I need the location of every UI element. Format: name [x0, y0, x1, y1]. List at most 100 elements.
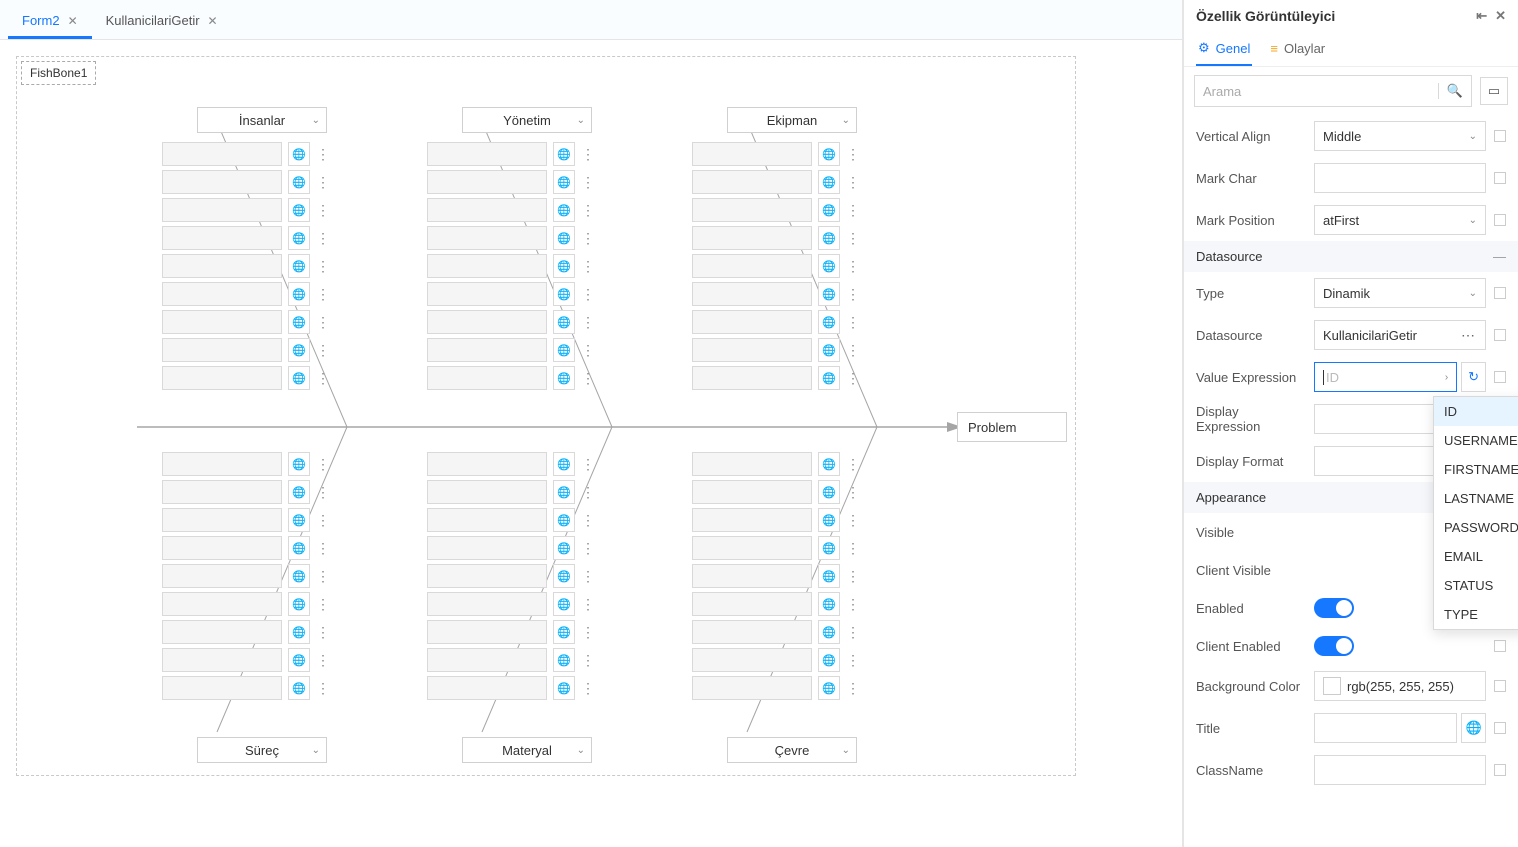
cause-input[interactable] [162, 480, 282, 504]
more-icon[interactable]: ⋮ [846, 653, 858, 667]
translate-icon[interactable]: 🌐 [818, 564, 840, 588]
value-expression-dropdown[interactable]: ID USERNAME FIRSTNAME LASTNAME PASSWORD … [1433, 396, 1518, 630]
translate-icon[interactable]: 🌐 [553, 338, 575, 362]
cause-input[interactable] [692, 452, 812, 476]
translate-icon[interactable]: 🌐 [553, 564, 575, 588]
problem-box[interactable]: Problem [957, 412, 1067, 442]
cause-row[interactable]: 🌐⋮ [427, 592, 593, 616]
more-icon[interactable]: ⋮ [316, 513, 328, 527]
translate-icon[interactable]: 🌐 [818, 648, 840, 672]
vertical-align-select[interactable]: Middle⌄ [1314, 121, 1486, 151]
translate-icon[interactable]: 🌐 [553, 310, 575, 334]
cause-input[interactable] [162, 592, 282, 616]
translate-icon[interactable]: 🌐 [818, 452, 840, 476]
cause-row[interactable]: 🌐⋮ [162, 508, 328, 532]
translate-icon[interactable]: 🌐 [818, 508, 840, 532]
cause-row[interactable]: 🌐⋮ [427, 452, 593, 476]
more-icon[interactable]: ⋮ [316, 597, 328, 611]
cause-input[interactable] [427, 142, 547, 166]
more-icon[interactable]: ⋮ [846, 203, 858, 217]
more-icon[interactable]: ⋮ [581, 653, 593, 667]
cause-input[interactable] [692, 338, 812, 362]
more-icon[interactable]: ⋮ [581, 371, 593, 385]
cause-input[interactable] [692, 254, 812, 278]
more-icon[interactable]: ⋮ [846, 343, 858, 357]
cause-row[interactable]: 🌐⋮ [427, 142, 593, 166]
translate-icon[interactable]: 🌐 [818, 536, 840, 560]
cause-row[interactable]: 🌐⋮ [427, 480, 593, 504]
cause-row[interactable]: 🌐⋮ [427, 366, 593, 390]
cause-input[interactable] [427, 226, 547, 250]
close-icon[interactable]: ✕ [68, 14, 78, 28]
translate-icon[interactable]: 🌐 [553, 648, 575, 672]
cause-row[interactable]: 🌐⋮ [427, 170, 593, 194]
cause-row[interactable]: 🌐⋮ [692, 480, 858, 504]
search-icon[interactable]: 🔍 [1438, 83, 1463, 99]
cause-input[interactable] [427, 338, 547, 362]
translate-icon[interactable]: 🌐 [288, 592, 310, 616]
more-icon[interactable]: ⋮ [581, 343, 593, 357]
cause-row[interactable]: 🌐⋮ [162, 452, 328, 476]
more-icon[interactable]: ⋮ [846, 457, 858, 471]
more-icon[interactable]: ⋮ [581, 259, 593, 273]
cause-row[interactable]: 🌐⋮ [692, 282, 858, 306]
cause-input[interactable] [692, 676, 812, 700]
translate-icon[interactable]: 🌐 [553, 170, 575, 194]
refresh-button[interactable]: ↻ [1461, 362, 1486, 392]
more-icon[interactable]: ⋮ [581, 147, 593, 161]
more-icon[interactable]: ⋮ [846, 287, 858, 301]
cause-row[interactable]: 🌐⋮ [162, 142, 328, 166]
marker[interactable] [1494, 722, 1506, 734]
more-icon[interactable]: ⋮ [581, 457, 593, 471]
dropdown-option[interactable]: TYPE [1434, 600, 1518, 629]
cause-input[interactable] [427, 620, 547, 644]
cause-row[interactable]: 🌐⋮ [162, 536, 328, 560]
translate-icon[interactable]: 🌐 [818, 310, 840, 334]
translate-icon[interactable]: 🌐 [818, 620, 840, 644]
translate-icon[interactable]: 🌐 [553, 480, 575, 504]
close-icon[interactable]: ✕ [208, 14, 218, 28]
cause-input[interactable] [427, 676, 547, 700]
cause-input[interactable] [162, 536, 282, 560]
more-icon[interactable]: ⋮ [316, 315, 328, 329]
mark-char-input[interactable] [1314, 163, 1486, 193]
more-icon[interactable]: ⋮ [316, 541, 328, 555]
translate-icon[interactable]: 🌐 [553, 142, 575, 166]
marker[interactable] [1494, 680, 1506, 692]
title-input[interactable] [1314, 713, 1457, 743]
cause-row[interactable]: 🌐⋮ [692, 142, 858, 166]
more-icon[interactable]: ⋮ [846, 175, 858, 189]
cause-input[interactable] [427, 536, 547, 560]
cause-row[interactable]: 🌐⋮ [162, 254, 328, 278]
classname-input[interactable] [1314, 755, 1486, 785]
translate-icon[interactable]: 🌐 [288, 142, 310, 166]
cause-input[interactable] [162, 452, 282, 476]
marker[interactable] [1494, 371, 1506, 383]
translate-icon[interactable]: 🌐 [818, 338, 840, 362]
cause-input[interactable] [427, 648, 547, 672]
cause-input[interactable] [162, 198, 282, 222]
dropdown-option[interactable]: STATUS [1434, 571, 1518, 600]
dropdown-option[interactable]: LASTNAME [1434, 484, 1518, 513]
translate-icon[interactable]: 🌐 [818, 366, 840, 390]
translate-icon[interactable]: 🌐 [288, 620, 310, 644]
category-box[interactable]: Ekipman⌄ [727, 107, 857, 133]
cause-input[interactable] [162, 142, 282, 166]
cause-row[interactable]: 🌐⋮ [162, 620, 328, 644]
cause-row[interactable]: 🌐⋮ [692, 592, 858, 616]
translate-icon[interactable]: 🌐 [288, 508, 310, 532]
translate-icon[interactable]: 🌐 [288, 198, 310, 222]
cause-row[interactable]: 🌐⋮ [162, 676, 328, 700]
cause-row[interactable]: 🌐⋮ [162, 592, 328, 616]
enabled-toggle[interactable] [1314, 598, 1354, 618]
more-icon[interactable]: ⋮ [581, 315, 593, 329]
cause-input[interactable] [162, 620, 282, 644]
cause-row[interactable]: 🌐⋮ [692, 620, 858, 644]
category-box[interactable]: İnsanlar⌄ [197, 107, 327, 133]
cause-input[interactable] [427, 170, 547, 194]
cause-row[interactable]: 🌐⋮ [427, 338, 593, 362]
more-icon[interactable]: ⋮ [581, 681, 593, 695]
translate-icon[interactable]: 🌐 [553, 366, 575, 390]
cause-row[interactable]: 🌐⋮ [162, 170, 328, 194]
background-color-input[interactable]: rgb(255, 255, 255) [1314, 671, 1486, 701]
